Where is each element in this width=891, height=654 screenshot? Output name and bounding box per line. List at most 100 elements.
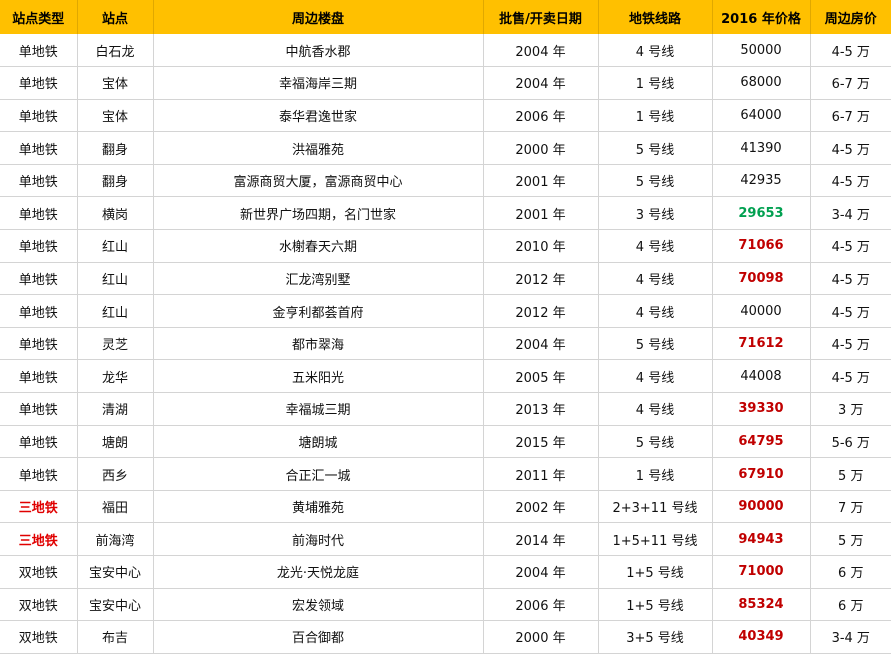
cell-date: 2010 年 bbox=[483, 229, 599, 263]
cell-estate: 水榭春天六期 bbox=[153, 229, 484, 263]
cell-station-type: 单地铁 bbox=[0, 359, 78, 394]
cell-estate: 中航香水郡 bbox=[153, 34, 484, 68]
cell-station: 横岗 bbox=[77, 196, 154, 231]
cell-date: 2011 年 bbox=[483, 457, 599, 491]
table-row: 单地铁 横岗 新世界广场四期，名门世家 2001 年3 号线 29653 3-4 万 bbox=[0, 196, 891, 231]
cell-station: 前海湾 bbox=[77, 522, 154, 556]
cell-nearby-price: 6 万 bbox=[810, 555, 891, 589]
cell-estate: 五米阳光 bbox=[153, 359, 484, 394]
cell-station: 宝安中心 bbox=[77, 555, 154, 589]
cell-nearby-price: 3 万 bbox=[810, 392, 891, 426]
cell-date: 2015 年 bbox=[483, 425, 599, 459]
header-station: 站点 bbox=[77, 0, 154, 34]
cell-station: 清湖 bbox=[77, 392, 154, 426]
cell-station-type: 单地铁 bbox=[0, 457, 78, 491]
cell-station-type: 单地铁 bbox=[0, 425, 78, 459]
cell-estate: 塘朗城 bbox=[153, 425, 484, 459]
cell-metro-line: 1+5 号线 bbox=[598, 588, 713, 622]
cell-metro-line: 1 号线 bbox=[598, 99, 713, 133]
cell-estate: 龙光·天悦龙庭 bbox=[153, 555, 484, 589]
cell-metro-line: 4 号线 bbox=[598, 262, 713, 296]
cell-estate: 泰华君逸世家 bbox=[153, 99, 484, 133]
cell-station-type: 三地铁 bbox=[0, 490, 78, 524]
cell-station-type: 双地铁 bbox=[0, 588, 78, 622]
header-price-2016: 2016 年价格 bbox=[712, 0, 811, 34]
cell-date: 2004 年 bbox=[483, 66, 599, 100]
cell-price-2016: 64795 bbox=[712, 425, 811, 459]
cell-date: 2012 年 bbox=[483, 262, 599, 296]
table-row: 单地铁 灵芝 都市翠海 2004 年5 号线 71612 4-5 万 bbox=[0, 327, 891, 361]
cell-station: 红山 bbox=[77, 229, 154, 263]
cell-metro-line: 2+3+11 号线 bbox=[598, 490, 713, 524]
cell-station-type: 单地铁 bbox=[0, 34, 78, 68]
cell-station-type: 单地铁 bbox=[0, 262, 78, 296]
cell-date: 2000 年 bbox=[483, 131, 599, 165]
cell-station: 塘朗 bbox=[77, 425, 154, 459]
cell-nearby-price: 4-5 万 bbox=[810, 262, 891, 296]
cell-metro-line: 1 号线 bbox=[598, 457, 713, 491]
cell-date: 2006 年 bbox=[483, 99, 599, 133]
cell-estate: 富源商贸大厦，富源商贸中心 bbox=[153, 164, 484, 198]
cell-metro-line: 5 号线 bbox=[598, 425, 713, 459]
cell-metro-line: 3 号线 bbox=[598, 196, 713, 231]
table-row: 单地铁 宝体 泰华君逸世家 2006 年1 号线 64000 6-7 万 bbox=[0, 99, 891, 133]
cell-price-2016: 85324 bbox=[712, 588, 811, 622]
cell-date: 2013 年 bbox=[483, 392, 599, 426]
table-row: 单地铁 红山 水榭春天六期 2010 年4 号线 71066 4-5 万 bbox=[0, 229, 891, 263]
cell-station-type: 单地铁 bbox=[0, 164, 78, 198]
cell-station-type: 单地铁 bbox=[0, 294, 78, 328]
cell-nearby-price: 4-5 万 bbox=[810, 34, 891, 68]
cell-price-2016: 42935 bbox=[712, 164, 811, 198]
header-metro-line: 地铁线路 bbox=[598, 0, 713, 34]
cell-station: 红山 bbox=[77, 294, 154, 328]
cell-station: 宝体 bbox=[77, 66, 154, 100]
cell-station-type: 单地铁 bbox=[0, 99, 78, 133]
cell-station: 白石龙 bbox=[77, 34, 154, 68]
cell-price-2016: 29653 bbox=[712, 196, 811, 231]
cell-estate: 汇龙湾别墅 bbox=[153, 262, 484, 296]
cell-date: 2002 年 bbox=[483, 490, 599, 524]
cell-price-2016: 71000 bbox=[712, 555, 811, 589]
cell-station-type: 单地铁 bbox=[0, 196, 78, 231]
cell-station-type: 双地铁 bbox=[0, 620, 78, 654]
table-row: 单地铁 清湖 幸福城三期 2013 年4 号线 39330 3 万 bbox=[0, 392, 891, 426]
table-row: 三地铁 前海湾 前海时代 2014 年 1+5+11 号线 94943 5 万 bbox=[0, 522, 891, 556]
cell-station: 布吉 bbox=[77, 620, 154, 654]
cell-date: 2004 年 bbox=[483, 34, 599, 68]
table-row: 双地铁 宝安中心 龙光·天悦龙庭 2004 年 1+5 号线 71000 6 万 bbox=[0, 555, 891, 589]
cell-station: 龙华 bbox=[77, 359, 154, 394]
cell-price-2016: 39330 bbox=[712, 392, 811, 426]
header-date: 批售/开卖日期 bbox=[483, 0, 599, 34]
cell-nearby-price: 5-6 万 bbox=[810, 425, 891, 459]
cell-metro-line: 3+5 号线 bbox=[598, 620, 713, 654]
cell-price-2016: 44008 bbox=[712, 359, 811, 394]
cell-metro-line: 1+5 号线 bbox=[598, 555, 713, 589]
table-row: 单地铁 龙华 五米阳光 2005 年4 号线 44008 4-5 万 bbox=[0, 359, 891, 394]
cell-price-2016: 67910 bbox=[712, 457, 811, 491]
cell-price-2016: 71066 bbox=[712, 229, 811, 263]
cell-station: 灵芝 bbox=[77, 327, 154, 361]
cell-nearby-price: 4-5 万 bbox=[810, 229, 891, 263]
cell-price-2016: 68000 bbox=[712, 66, 811, 100]
housing-table: 站点类型 站点 周边楼盘 批售/开卖日期 地铁线路 2016 年价格 周边房价 … bbox=[0, 0, 891, 654]
cell-nearby-price: 4-5 万 bbox=[810, 164, 891, 198]
cell-estate: 都市翠海 bbox=[153, 327, 484, 361]
cell-station-type: 单地铁 bbox=[0, 392, 78, 426]
cell-nearby-price: 7 万 bbox=[810, 490, 891, 524]
cell-price-2016: 90000 bbox=[712, 490, 811, 524]
header-nearby-price: 周边房价 bbox=[810, 0, 891, 34]
cell-nearby-price: 5 万 bbox=[810, 522, 891, 556]
table-row: 单地铁 西乡 合正汇一城 2011 年1 号线 67910 5 万 bbox=[0, 457, 891, 491]
table-row: 双地铁 布吉 百合御都 2000 年 3+5 号线 40349 3-4 万 bbox=[0, 620, 891, 654]
cell-estate: 幸福城三期 bbox=[153, 392, 484, 426]
cell-estate: 宏发领域 bbox=[153, 588, 484, 622]
cell-station: 宝体 bbox=[77, 99, 154, 133]
cell-station: 西乡 bbox=[77, 457, 154, 491]
cell-date: 2006 年 bbox=[483, 588, 599, 622]
table-row: 单地铁 红山 金亨利都荟首府 2012 年4 号线 40000 4-5 万 bbox=[0, 294, 891, 328]
cell-date: 2000 年 bbox=[483, 620, 599, 654]
table-row: 双地铁 宝安中心 宏发领域 2006 年 1+5 号线 85324 6 万 bbox=[0, 588, 891, 622]
cell-metro-line: 4 号线 bbox=[598, 229, 713, 263]
cell-date: 2004 年 bbox=[483, 555, 599, 589]
cell-station: 翻身 bbox=[77, 131, 154, 165]
